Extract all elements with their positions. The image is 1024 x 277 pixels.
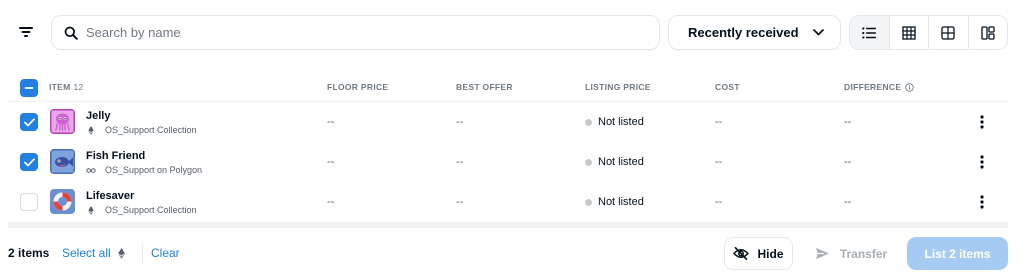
difference-cell: -- <box>844 116 852 128</box>
status-dot <box>585 118 592 126</box>
hide-label: Hide <box>757 246 784 261</box>
list-view-button[interactable] <box>850 16 890 49</box>
cost-cell: -- <box>715 116 723 128</box>
ethereum-icon <box>88 125 94 135</box>
hide-button[interactable]: Hide <box>724 237 793 270</box>
compact-icon <box>981 25 995 40</box>
filter-icon <box>19 27 33 37</box>
nft-name[interactable]: Lifesaver <box>86 190 134 202</box>
col-difference: DIFFERENCE <box>844 82 915 92</box>
table-row[interactable]: Fish Friend OS_Support on Polygon -- -- … <box>8 142 1008 182</box>
floor-price-cell: -- <box>327 196 335 208</box>
nft-thumbnail[interactable] <box>50 149 75 174</box>
selected-count: 2 items <box>8 246 50 260</box>
col-floor-price: FLOOR PRICE <box>327 82 389 92</box>
lifesaver-image <box>50 189 75 214</box>
best-offer-cell: -- <box>456 116 464 128</box>
listing-price-cell: Not listed <box>585 156 644 168</box>
difference-cell: -- <box>844 156 852 168</box>
best-offer-cell: -- <box>456 196 464 208</box>
collection-name: OS_Support Collection <box>86 125 197 135</box>
grid-small-icon <box>941 25 955 40</box>
check-icon <box>23 117 35 126</box>
col-item: ITEM 12 <box>49 82 84 92</box>
table-row[interactable]: Lifesaver OS_Support Collection -- -- No… <box>8 182 1008 222</box>
more-vertical-icon <box>980 195 984 209</box>
floor-price-cell: -- <box>327 116 335 128</box>
search-icon <box>64 26 78 40</box>
toolbar: Recently received <box>0 0 1024 64</box>
table-row[interactable]: Jelly OS_Support Collection -- -- Not li… <box>8 102 1008 142</box>
chevron-down-icon <box>813 29 824 36</box>
select-all-checkbox[interactable] <box>20 79 38 97</box>
selection-action-bar: 2 items Select all Clear Hide Transfer L… <box>0 228 1024 277</box>
table-header: ITEM 12 FLOOR PRICE BEST OFFER LISTING PR… <box>8 74 1008 102</box>
check-icon <box>23 157 35 166</box>
sort-label: Recently received <box>688 25 799 40</box>
minus-icon <box>24 87 34 89</box>
more-options-button[interactable] <box>974 154 990 170</box>
sort-dropdown[interactable]: Recently received <box>668 15 841 50</box>
row-checkbox[interactable] <box>20 193 38 211</box>
grid-large-icon <box>902 25 916 40</box>
cost-cell: -- <box>715 196 723 208</box>
grid-small-view-button[interactable] <box>929 16 969 49</box>
search-box <box>51 15 660 50</box>
more-vertical-icon <box>980 115 984 129</box>
compact-view-button[interactable] <box>969 16 1008 49</box>
transfer-label: Transfer <box>839 246 888 261</box>
ethereum-icon <box>88 205 94 215</box>
filter-button[interactable] <box>10 17 42 47</box>
col-item-label: ITEM <box>49 82 71 92</box>
listing-status: Not listed <box>598 196 644 208</box>
jelly-image <box>50 109 75 134</box>
col-best-offer: BEST OFFER <box>456 82 513 92</box>
floor-price-cell: -- <box>327 156 335 168</box>
row-checkbox[interactable] <box>20 113 38 131</box>
listing-status: Not listed <box>598 156 644 168</box>
collection-label: OS_Support on Polygon <box>105 165 203 175</box>
polygon-icon <box>86 167 96 173</box>
col-listing-price: LISTING PRICE <box>585 82 651 92</box>
nft-thumbnail[interactable] <box>50 109 75 134</box>
status-dot <box>585 158 592 166</box>
col-cost: COST <box>715 82 740 92</box>
select-all-label: Select all <box>62 246 111 260</box>
transfer-button[interactable]: Transfer <box>802 237 900 270</box>
view-toggle <box>849 15 1008 50</box>
fish-friend-image <box>50 149 75 174</box>
divider <box>142 244 143 262</box>
row-checkbox[interactable] <box>20 153 38 171</box>
difference-cell: -- <box>844 196 852 208</box>
grid-large-view-button[interactable] <box>890 16 929 49</box>
nft-name[interactable]: Fish Friend <box>86 150 145 162</box>
cost-cell: -- <box>715 156 723 168</box>
ethereum-icon <box>117 247 125 259</box>
more-options-button[interactable] <box>974 114 990 130</box>
nft-name[interactable]: Jelly <box>86 110 110 122</box>
status-dot <box>585 198 592 206</box>
listing-price-cell: Not listed <box>585 196 644 208</box>
more-options-button[interactable] <box>974 194 990 210</box>
clear-button[interactable]: Clear <box>151 246 180 260</box>
collection-name: OS_Support on Polygon <box>86 165 202 175</box>
collection-label: OS_Support Collection <box>105 125 197 135</box>
nft-thumbnail[interactable] <box>50 189 75 214</box>
more-vertical-icon <box>980 155 984 169</box>
col-difference-label: DIFFERENCE <box>844 82 902 92</box>
listing-status: Not listed <box>598 116 644 128</box>
list-view-icon <box>862 26 877 39</box>
info-icon[interactable] <box>905 82 915 92</box>
search-input[interactable] <box>86 25 626 40</box>
item-count: 12 <box>73 82 84 92</box>
listing-price-cell: Not listed <box>585 116 644 128</box>
send-icon <box>815 248 829 259</box>
select-all-button[interactable]: Select all <box>62 246 125 260</box>
best-offer-cell: -- <box>456 156 464 168</box>
eye-off-icon <box>733 247 750 260</box>
collection-name: OS_Support Collection <box>86 205 197 215</box>
list-items-button[interactable]: List 2 items <box>907 237 1008 270</box>
collection-label: OS_Support Collection <box>105 205 197 215</box>
